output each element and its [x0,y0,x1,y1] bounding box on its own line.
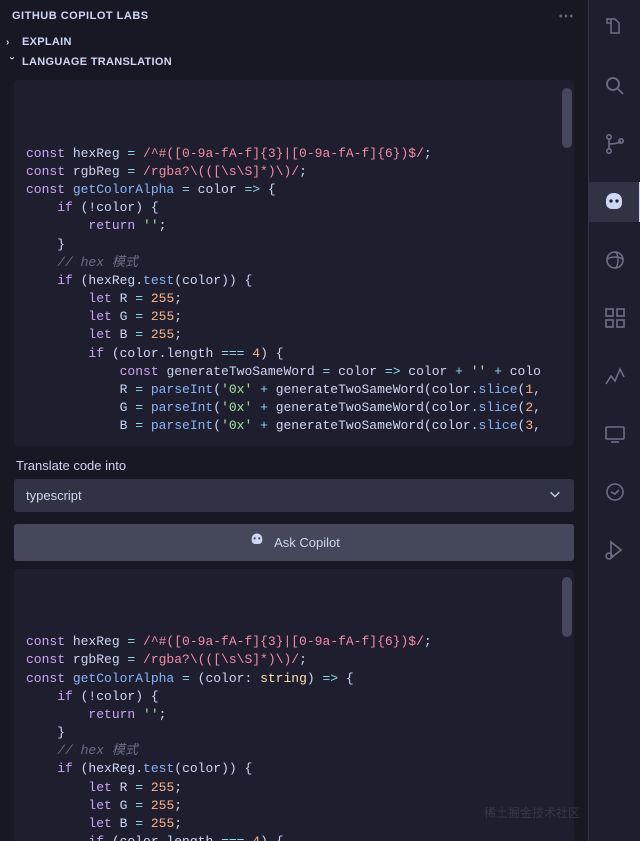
code-line: if (color.length === 4) { [26,345,562,363]
code-line: let G = 255; [26,308,562,326]
code-line: const rgbReg = /rgba?\(([\s\S]*)\)/; [26,163,562,181]
code-line: let R = 255; [26,290,562,308]
translation-body: const hexReg = /^#([0-9a-fA-f]{3}|[0-9a-… [0,72,588,841]
extensions-icon[interactable] [589,298,640,338]
code-line: const getColorAlpha = (color: string) =>… [26,670,562,688]
code-line: const hexReg = /^#([0-9a-fA-f]{3}|[0-9a-… [26,633,562,651]
copilot-labs-panel: GITHUB COPILOT LABS ⋯ › EXPLAIN › LANGUA… [0,0,588,841]
remote-icon[interactable] [589,414,640,454]
openai-icon[interactable] [589,240,640,280]
section-translation-label: LANGUAGE TRANSLATION [22,56,172,68]
code-line: const hexReg = /^#([0-9a-fA-f]{3}|[0-9a-… [26,145,562,163]
code-line: // hex 模式 [26,254,562,272]
panel-header: GITHUB COPILOT LABS ⋯ [0,0,588,32]
panel-title: GITHUB COPILOT LABS [12,10,149,22]
chevron-down-icon: › [7,56,18,68]
code-line: B = parseInt('0x' + generateTwoSameWord(… [26,417,562,435]
search-icon[interactable] [589,66,640,106]
code-line: return ''; [26,217,562,235]
debug-icon[interactable] [589,530,640,570]
translate-label: Translate code into [14,446,574,479]
ask-copilot-button[interactable]: Ask Copilot [14,524,574,561]
code-line: let R = 255; [26,779,562,797]
code-line: const rgbReg = /rgba?\(([\s\S]*)\)/; [26,651,562,669]
code-line: R = parseInt('0x' + generateTwoSameWord(… [26,381,562,399]
code-line: let B = 255; [26,815,562,833]
activity-bar [588,0,640,841]
branch-icon[interactable] [589,124,640,164]
code-line: const generateTwoSameWord = color => col… [26,363,562,381]
code-line: if (!color) { [26,199,562,217]
code-line: // hex 模式 [26,742,562,760]
section-explain[interactable]: › EXPLAIN [0,32,588,52]
chevron-down-icon [548,487,562,504]
files-icon[interactable] [589,8,640,48]
graph-icon[interactable] [589,356,640,396]
code-line: if (hexReg.test(color)) { [26,760,562,778]
code-line: const getColorAlpha = color => { [26,181,562,199]
code-line: let B = 255; [26,326,562,344]
code-line: if (hexReg.test(color)) { [26,272,562,290]
language-select[interactable]: typescript [14,479,574,512]
section-explain-label: EXPLAIN [22,36,72,48]
code-line: } [26,236,562,254]
more-icon[interactable]: ⋯ [558,6,576,26]
copilot-icon [248,532,266,553]
code-line: return ''; [26,706,562,724]
language-selected-value: typescript [26,488,82,503]
input-code-box[interactable]: const hexReg = /^#([0-9a-fA-f]{3}|[0-9a-… [14,80,574,446]
code-line: G = parseInt('0x' + generateTwoSameWord(… [26,399,562,417]
scrollbar[interactable] [562,577,572,637]
code-line: } [26,724,562,742]
code-line: if (color.length === 4) { [26,833,562,841]
copilot-icon[interactable] [589,182,640,222]
ask-copilot-label: Ask Copilot [274,535,340,550]
chevron-right-icon: › [6,37,18,48]
timeline-icon[interactable] [589,472,640,512]
code-line: let G = 255; [26,797,562,815]
output-code-box[interactable]: const hexReg = /^#([0-9a-fA-f]{3}|[0-9a-… [14,569,574,841]
section-translation[interactable]: › LANGUAGE TRANSLATION [0,52,588,72]
scrollbar[interactable] [562,88,572,148]
code-line: if (!color) { [26,688,562,706]
